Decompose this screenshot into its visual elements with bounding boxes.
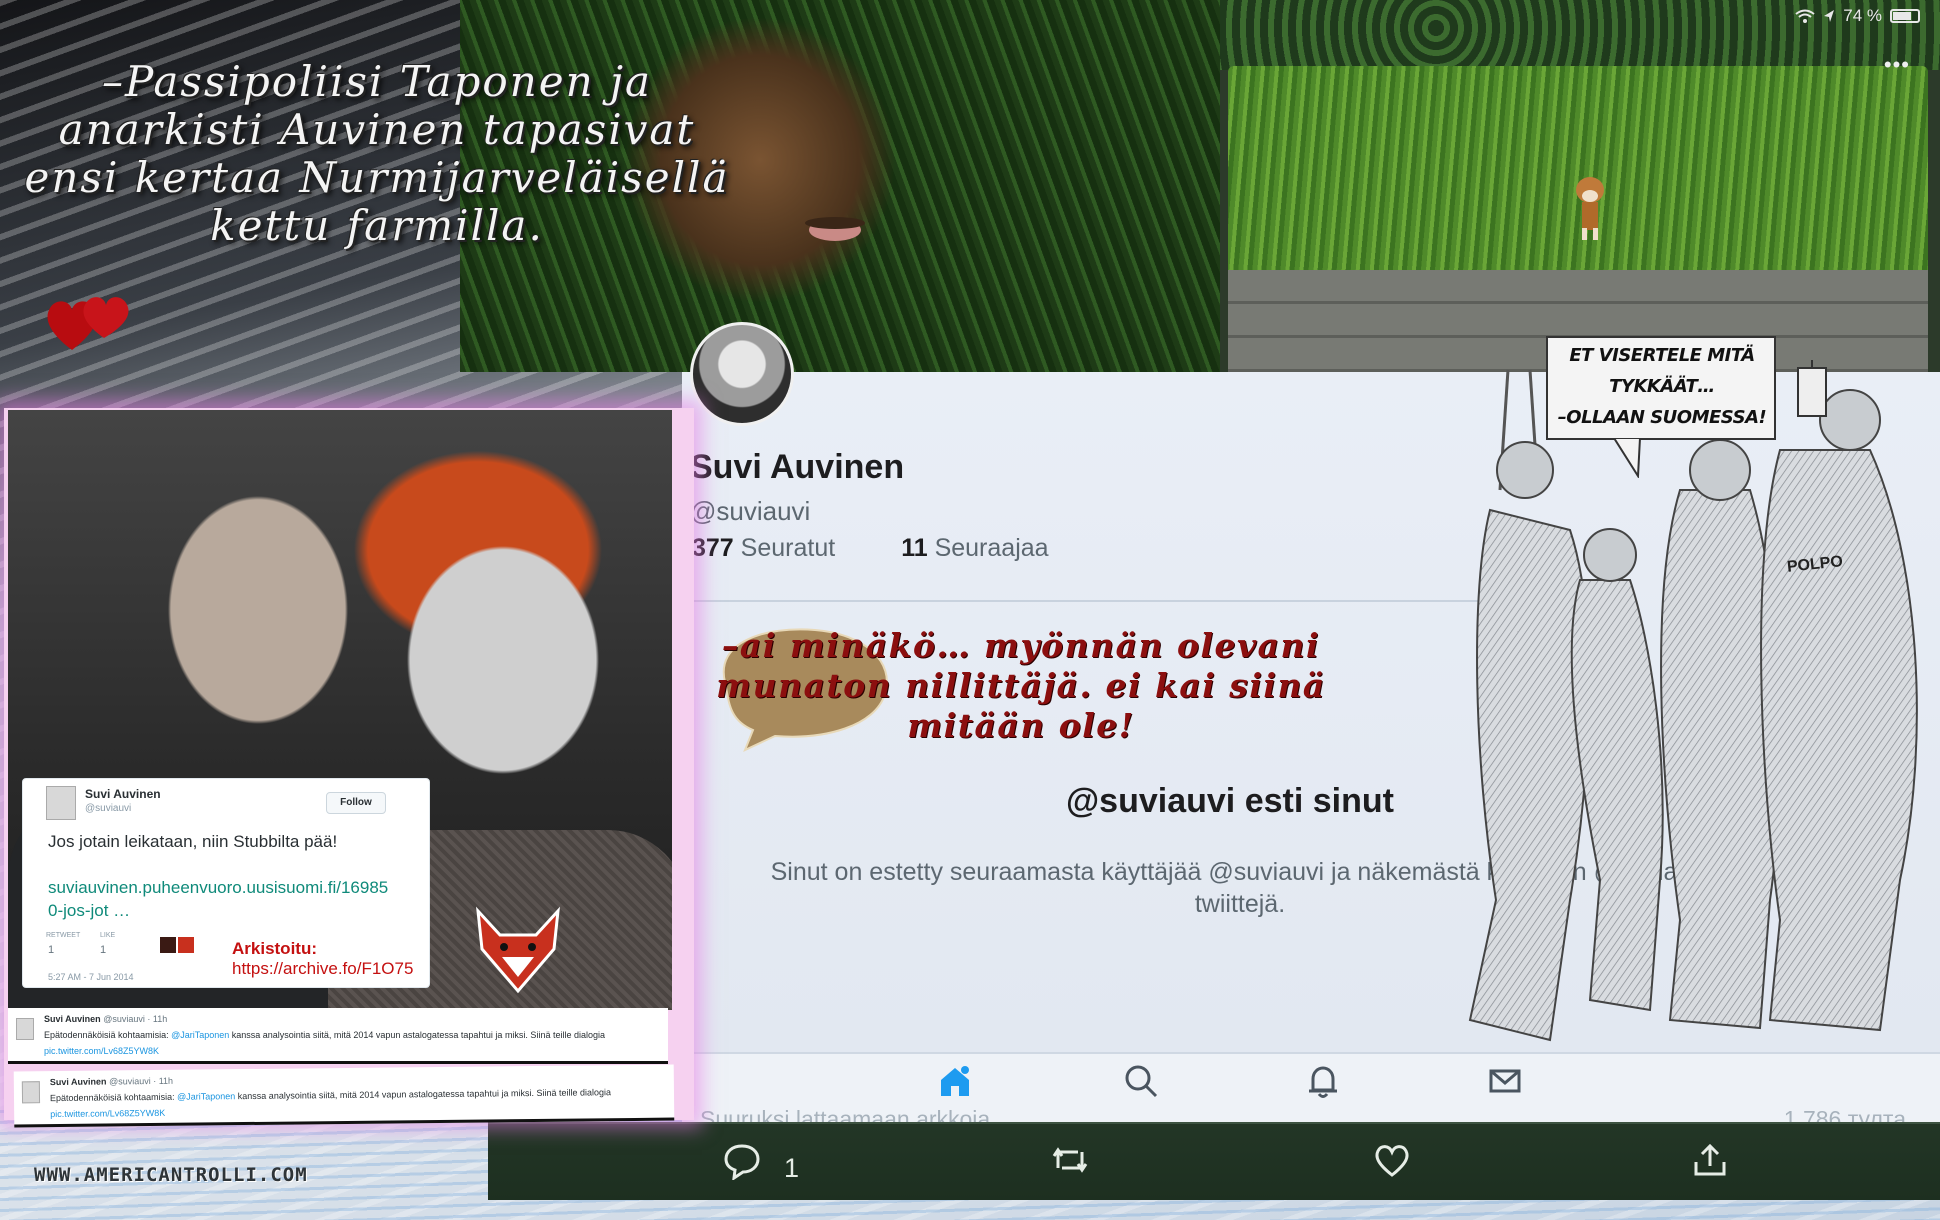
followers-stat[interactable]: 11 Seuraajaa: [901, 534, 1048, 563]
like-label: LIKE: [100, 932, 116, 939]
caption: –Passipoliisi Taponen ja anarkisti Auvin…: [22, 58, 732, 250]
profile-handle: @suviauvi: [690, 496, 811, 526]
archive-url[interactable]: https://archive.fo/F1O75: [232, 959, 413, 979]
tweet-strip-text: Epätodennäköisiä kohtaamisia:: [49, 1091, 178, 1104]
embedded-tweet-handle: @suviauvi: [85, 803, 132, 814]
tweet-strip-avatar: [16, 1018, 34, 1040]
status-bar: 74 %: [1795, 6, 1920, 26]
like-count: 1: [100, 944, 107, 956]
shiba-dog-icon: [1576, 177, 1604, 240]
watermark: WWW.AMERICANTROLLI.COM: [34, 1164, 308, 1186]
following-count: 377: [692, 534, 734, 562]
embedded-tweet-link-line-1: suviauvinen.puheenvuoro.uusisuomi.fi/169…: [48, 878, 389, 897]
dog-tongue-icon: [805, 217, 865, 241]
hedge: [1228, 66, 1928, 276]
tweet-strip-meta: @suviauvi · 11h: [103, 1014, 168, 1024]
hearts-icon: [47, 297, 129, 350]
comic-line-2: TYKKÄÄT…: [1609, 376, 1715, 397]
red-quote: –ai minäkö… myönnän olevani munaton nill…: [716, 626, 1326, 746]
tweet-strip: Suvi Auvinen @suviauvi · 11h Epätodennäk…: [13, 1064, 675, 1128]
tweet-strip-avatar: [21, 1081, 41, 1104]
profile-avatar[interactable]: [690, 322, 794, 426]
wifi-icon: [1795, 9, 1815, 23]
tweet-strip-mention[interactable]: @JariTaponen: [177, 1091, 235, 1102]
tweet-strip-body: Epätodennäköisiä kohtaamisia: @JariTapon…: [44, 1030, 664, 1040]
followers-label: Seuraajaa: [934, 534, 1049, 562]
caption-line-2: anarkisti Auvinen tapasivat: [58, 105, 696, 154]
bell-icon[interactable]: [1304, 1062, 1342, 1100]
comic-bubble-tail: [1612, 438, 1642, 478]
engraving-illustration: [1468, 360, 1918, 1042]
location-icon: [1824, 10, 1835, 22]
following-label: Seuratut: [740, 534, 836, 562]
red-quote-line-1: –ai minäkö… myönnän olevani: [721, 626, 1321, 665]
more-options-icon[interactable]: •••: [1884, 52, 1910, 78]
tweet-strip: Suvi Auvinen @suviauvi · 11h Epätodennäk…: [8, 1008, 668, 1064]
embedded-tweet-date: 5:27 AM - 7 Jun 2014: [48, 972, 134, 982]
tweet-strip-body: Epätodennäköisiä kohtaamisia: @JariTapon…: [50, 1087, 670, 1103]
caption-line-4: kettu farmilla.: [210, 201, 544, 250]
profile-stats: 377 Seuratut 11 Seuraajaa: [692, 534, 1049, 563]
archive-label: Arkistoitu:: [232, 939, 317, 958]
tweet-strip-text: Epätodennäköisiä kohtaamisia:: [44, 1030, 172, 1040]
like-icon[interactable]: [1372, 1140, 1412, 1180]
blocked-title: @suviauvi esti sinut: [1066, 782, 1394, 820]
tweet-strip-text: kanssa analysointia siitä, mitä 2014 vap…: [229, 1030, 605, 1040]
battery-icon: [1890, 9, 1920, 23]
red-quote-line-3: mitään ole!: [907, 706, 1135, 745]
tweet-strip-link[interactable]: pic.twitter.com/Lv68Z5YW8K: [44, 1046, 159, 1056]
share-icon[interactable]: [1690, 1140, 1730, 1180]
reply-icon[interactable]: [722, 1140, 762, 1180]
tweet-strip-link[interactable]: pic.twitter.com/Lv68Z5YW8K: [50, 1108, 165, 1119]
caption-line-1: –Passipoliisi Taponen ja: [101, 57, 653, 106]
embedded-tweet-link-line-2: 0-jos-jot …: [48, 901, 131, 920]
tweet-strip-header: Suvi Auvinen @suviauvi · 11h: [50, 1076, 173, 1087]
embedded-tweet-link[interactable]: suviauvinen.puheenvuoro.uusisuomi.fi/169…: [48, 876, 408, 922]
retweet-count: 1: [48, 944, 55, 956]
red-quote-line-2: munaton nillittäjä. ei kai siinä: [716, 666, 1326, 705]
home-icon[interactable]: [936, 1062, 974, 1100]
follow-button[interactable]: Follow: [326, 792, 386, 814]
embedded-tweet-text: Jos jotain leikataan, niin Stubbilta pää…: [48, 832, 338, 851]
comic-text: ET VISERTELE MITÄ TYKKÄÄT… –OLLAAN SUOME…: [1552, 340, 1772, 433]
retweet-label: RETWEET: [46, 932, 81, 939]
fox-icon: [476, 906, 560, 994]
mail-icon[interactable]: [1486, 1062, 1524, 1100]
embedded-tweet-name: Suvi Auvinen: [85, 787, 161, 801]
comic-line-1: ET VISERTELE MITÄ: [1569, 345, 1755, 366]
followers-count: 11: [901, 534, 928, 562]
search-icon[interactable]: [1122, 1062, 1160, 1100]
embedded-tweet-avatar: [46, 786, 76, 820]
follow-label: Follow: [340, 797, 372, 808]
retweet-icon[interactable]: [1050, 1140, 1090, 1180]
battery-percent: 74 %: [1843, 6, 1882, 25]
liker-avatars: [160, 937, 194, 953]
tweet-strip-name: Suvi Auvinen: [44, 1014, 101, 1024]
tweet-strip-name: Suvi Auvinen: [49, 1076, 107, 1088]
tweet-strip-header: Suvi Auvinen @suviauvi · 11h: [44, 1014, 167, 1024]
caption-line-3: ensi kertaa Nurmijarveläisellä: [24, 153, 730, 202]
tweet-strip-meta: @suviauvi · 11h: [108, 1075, 174, 1087]
following-stat[interactable]: 377 Seuratut: [692, 534, 835, 563]
tweet-strip-text: kanssa analysointia siitä, mitä 2014 vap…: [235, 1087, 612, 1102]
reply-count: 1: [784, 1153, 800, 1183]
profile-name: Suvi Auvinen: [690, 448, 905, 486]
tweet-strip-mention[interactable]: @JariTaponen: [171, 1030, 229, 1040]
comic-line-3: –OLLAAN SUOMESSA!: [1557, 407, 1767, 428]
